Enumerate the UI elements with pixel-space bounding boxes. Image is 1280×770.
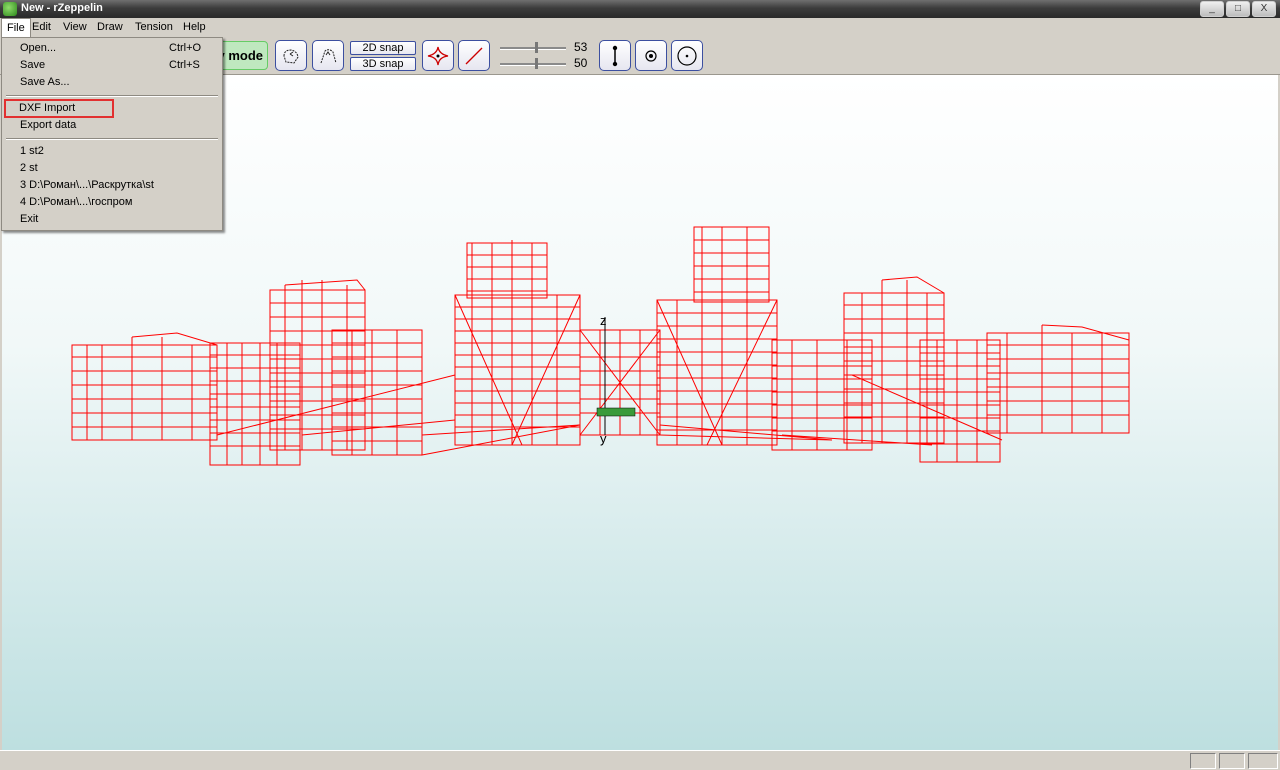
snap-2d-button[interactable]: 2D snap [350, 41, 416, 55]
star-node-icon [427, 46, 449, 65]
slider-1-track [500, 47, 566, 50]
title-bar: New - rZeppelin _ □ X [0, 0, 1280, 18]
block-left-1 [71, 344, 218, 441]
rotate-left-icon [283, 48, 299, 64]
status-panel-1 [1190, 753, 1216, 769]
menu-item-save-shortcut: Ctrl+S [169, 59, 200, 71]
menu-item-exit-label: Exit [20, 213, 39, 225]
slider-1-value: 53 [574, 40, 588, 54]
menu-item-open[interactable]: Open... Ctrl+O [4, 40, 220, 57]
slider-2-thumb[interactable] [535, 58, 538, 69]
menu-item-open-label: Open... [20, 42, 57, 54]
menu-item-recent-4[interactable]: 4 D:\Роман\...\госпром [4, 194, 220, 211]
minimize-button[interactable]: _ [1200, 1, 1224, 17]
point-tool-button[interactable] [635, 40, 667, 71]
window-title: New - rZeppelin [21, 2, 103, 14]
tower-right-top [693, 226, 770, 303]
snap-3d-button[interactable]: 3D snap [350, 57, 416, 71]
menu-item-recent-1-label: 1 st2 [20, 145, 44, 157]
target-icon [645, 49, 657, 62]
menu-item-dxf-import[interactable]: DXF Import [4, 99, 114, 118]
block-right-1 [771, 339, 873, 451]
block-left-3 [269, 289, 366, 451]
menu-item-recent-3[interactable]: 3 D:\Роман\...\Раскрутка\st [4, 177, 220, 194]
menu-draw[interactable]: Draw [92, 18, 128, 37]
node-tool-button[interactable] [422, 40, 454, 71]
status-panel-2 [1219, 753, 1245, 769]
menu-item-recent-2-label: 2 st [20, 162, 38, 174]
menu-help[interactable]: Help [178, 18, 211, 37]
close-button[interactable]: X [1252, 1, 1276, 17]
maximize-button[interactable]: □ [1226, 1, 1250, 17]
tower-left-top [466, 242, 548, 299]
file-menu-dropdown: Open... Ctrl+O Save Ctrl+S Save As... DX… [1, 37, 223, 231]
menu-item-save-as-label: Save As... [20, 76, 70, 88]
status-bar [0, 750, 1280, 770]
menu-item-export-data[interactable]: Export data [4, 117, 220, 134]
menu-item-recent-1[interactable]: 1 st2 [4, 143, 220, 160]
menu-view[interactable]: View [58, 18, 92, 37]
menu-item-save[interactable]: Save Ctrl+S [4, 57, 220, 74]
menu-item-export-data-label: Export data [20, 119, 77, 131]
menu-bar: File Edit View Draw Tension Help [0, 18, 1280, 38]
block-left-4 [331, 329, 423, 456]
support-tool-button[interactable] [599, 40, 631, 71]
circle-icon [677, 45, 697, 66]
window-controls: _ □ X [1200, 1, 1276, 17]
menu-item-save-label: Save [20, 59, 46, 71]
menu-item-dxf-import-label: DXF Import [19, 102, 76, 114]
menu-separator [6, 95, 218, 97]
axis-origin-marker [596, 407, 636, 417]
slider-1-thumb[interactable] [535, 42, 538, 53]
menu-tension[interactable]: Tension [130, 18, 178, 37]
menu-separator [6, 138, 218, 140]
axis-z-label: z [600, 313, 607, 328]
rotate-left-button[interactable] [275, 40, 307, 71]
slider-1[interactable] [500, 41, 566, 55]
menu-item-recent-4-label: 4 D:\Роман\...\госпром [20, 196, 133, 208]
rotate-right-icon [320, 48, 337, 63]
menu-item-recent-2[interactable]: 2 st [4, 160, 220, 177]
menu-item-open-shortcut: Ctrl+O [169, 42, 202, 54]
app-icon [3, 2, 17, 16]
axis-y-label: y [600, 431, 607, 446]
menu-edit[interactable]: Edit [27, 18, 56, 37]
support-icon [612, 45, 618, 66]
slider-2-track [500, 63, 566, 66]
slider-2[interactable] [500, 57, 566, 71]
tower-left [454, 294, 581, 446]
block-right-4 [986, 332, 1130, 434]
line-icon [465, 47, 483, 64]
menu-item-save-as[interactable]: Save As... [4, 74, 220, 91]
slider-2-value: 50 [574, 56, 588, 70]
rotate-right-button[interactable] [312, 40, 344, 71]
status-panel-3 [1248, 753, 1278, 769]
line-tool-button[interactable] [458, 40, 490, 71]
menu-item-recent-3-label: 3 D:\Роман\...\Раскрутка\st [20, 179, 154, 191]
menu-item-exit[interactable]: Exit [4, 211, 220, 228]
circle-tool-button[interactable] [671, 40, 703, 71]
block-left-2 [209, 342, 301, 466]
block-right-2 [843, 292, 945, 444]
